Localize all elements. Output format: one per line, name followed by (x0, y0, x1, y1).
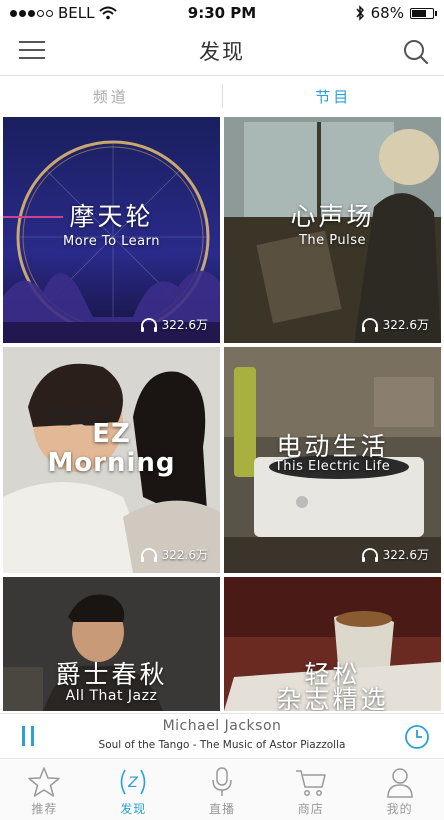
tab-programs[interactable]: 节目 (223, 86, 444, 107)
program-card-the-pulse[interactable]: 心声场 The Pulse 322.6万 (224, 117, 441, 343)
battery-icon (409, 7, 437, 19)
headphones-icon (361, 317, 378, 332)
tab-channels[interactable]: 频道 (0, 86, 222, 107)
wifi-icon (99, 6, 118, 20)
card-title-en: The Pulse (298, 233, 367, 248)
program-card-ez-morning[interactable]: EZ Morning 322.6万 (3, 347, 220, 573)
program-card-all-that-jazz[interactable]: 爵士春秋 All That Jazz (3, 577, 220, 711)
tabbar-item-store[interactable]: 商店 (266, 760, 355, 820)
card-title-en: This Electric Life (274, 459, 391, 474)
card-title-cn: 爵士春秋 (55, 660, 168, 689)
status-left: BELL (10, 4, 151, 22)
bluetooth-icon (356, 5, 364, 21)
program-grid: 摩天轮 More To Learn 322.6万 心声场 The Pulse 3… (3, 117, 441, 711)
program-card-this-electric-life[interactable]: 电动生活 This Electric Life 322.6万 (224, 347, 441, 573)
tabbar-item-discover[interactable]: Z 发现 (89, 760, 178, 820)
card-title-en: More To Learn (62, 234, 160, 249)
status-time: 9:30 PM (187, 4, 257, 22)
tabbar-label: 商店 (297, 802, 324, 816)
page-title: 发现 (199, 39, 245, 64)
person-icon (386, 768, 413, 798)
tabbar-label: 推荐 (31, 802, 58, 816)
card-title-cn: 摩天轮 (69, 202, 154, 231)
card-title-cn: 心声场 (290, 202, 375, 231)
listen-count: 322.6万 (140, 546, 208, 563)
listen-count: 322.6万 (140, 316, 208, 333)
listen-count-value: 322.6万 (382, 318, 429, 332)
card-title-en-line2: Morning (47, 448, 176, 478)
nav-bar: 发现 (0, 26, 444, 76)
headphones-icon (140, 317, 157, 332)
discover-icon: Z (120, 769, 146, 795)
mini-player: Michael Jackson Soul of the Tango - The … (0, 713, 444, 759)
headphones-icon (140, 547, 157, 562)
status-bar: BELL 9:30 PM 68% (0, 0, 444, 26)
listen-count: 322.6万 (361, 546, 429, 563)
clock-icon[interactable] (404, 724, 430, 750)
card-title-cn-line2: 杂志精选 (276, 685, 389, 711)
player-track: Soul of the Tango - The Music of Astor P… (98, 739, 346, 751)
headphones-icon (361, 547, 378, 562)
card-title-cn: 电动生活 (276, 432, 389, 461)
microphone-icon (212, 767, 232, 796)
tabbar-item-live[interactable]: 直播 (178, 760, 267, 820)
status-right: 68% (293, 4, 437, 22)
tabbar-label: 发现 (120, 802, 147, 816)
tabbar-item-recommend[interactable]: 推荐 (0, 760, 89, 820)
tab-bar: 推荐 Z 发现 直播 商店 我的 (0, 760, 444, 820)
tabbar-item-mine[interactable]: 我的 (355, 760, 444, 820)
listen-count-value: 322.6万 (161, 548, 208, 562)
cart-icon (295, 770, 326, 796)
listen-count-value: 322.6万 (382, 548, 429, 562)
tabbar-label: 直播 (208, 802, 235, 816)
tabbar-label: 我的 (386, 802, 413, 816)
listen-count: 322.6万 (361, 316, 429, 333)
card-title-en-line1: EZ (92, 419, 131, 449)
menu-icon[interactable] (19, 41, 45, 61)
signal-strength-icon (10, 9, 53, 17)
program-card-magazine[interactable]: 轻松 杂志精选 (224, 577, 441, 711)
card-title-en: All That Jazz (65, 688, 158, 704)
svg-text:Z: Z (127, 775, 138, 791)
search-icon[interactable] (402, 38, 430, 66)
star-icon (28, 767, 61, 797)
program-card-more-to-learn[interactable]: 摩天轮 More To Learn 322.6万 (3, 117, 220, 343)
segment-tabs: 频道 节目 (0, 77, 444, 115)
battery-percent: 68% (370, 4, 404, 22)
player-artist: Michael Jackson (162, 718, 282, 734)
battery-level-fill (411, 9, 426, 17)
carrier-name: BELL (58, 4, 95, 22)
listen-count-value: 322.6万 (161, 318, 208, 332)
